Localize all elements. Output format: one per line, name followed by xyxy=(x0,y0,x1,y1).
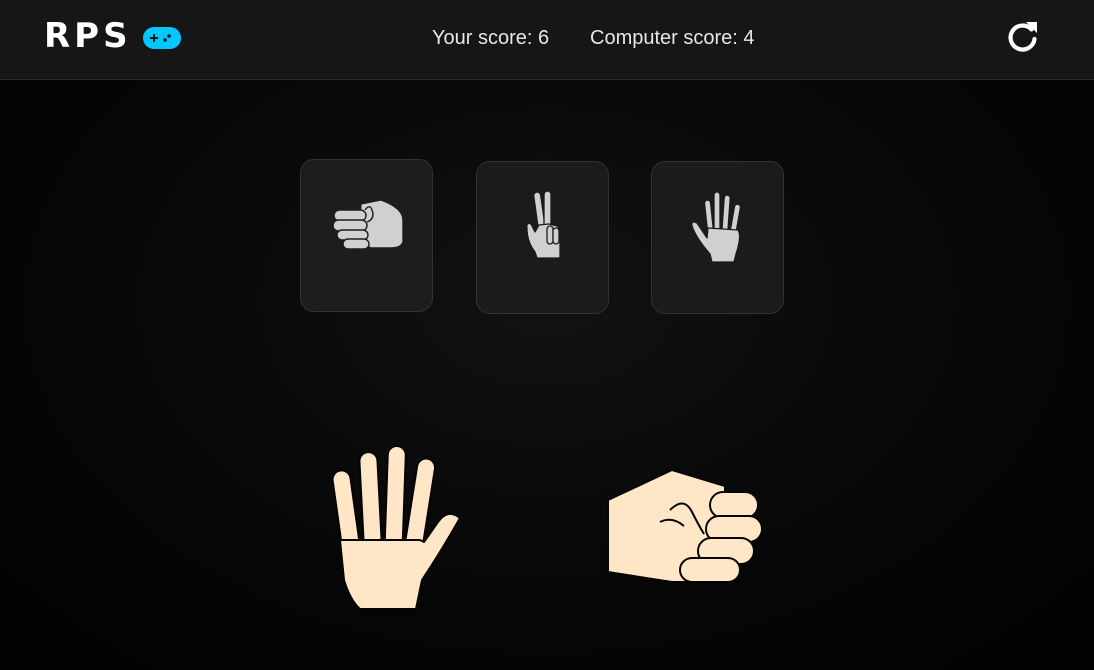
peace-hand-icon xyxy=(526,190,561,259)
player-hand-paper-icon xyxy=(331,445,461,610)
reset-icon[interactable] xyxy=(1004,19,1042,57)
your-score: Your score: 6 xyxy=(432,27,550,49)
fist-icon xyxy=(332,199,404,250)
open-hand-icon xyxy=(691,191,742,263)
scissors-choice-button[interactable] xyxy=(476,161,609,314)
computer-score: Computer score: 4 xyxy=(590,27,755,49)
app-logo: RPS xyxy=(44,16,132,56)
gamepad-icon xyxy=(143,27,181,49)
top-bar: RPS Your score: 6 Computer score: 4 xyxy=(0,0,1094,80)
paper-choice-button[interactable] xyxy=(651,161,784,314)
computer-hand-rock-icon xyxy=(607,469,763,583)
rock-choice-button[interactable] xyxy=(300,159,433,312)
